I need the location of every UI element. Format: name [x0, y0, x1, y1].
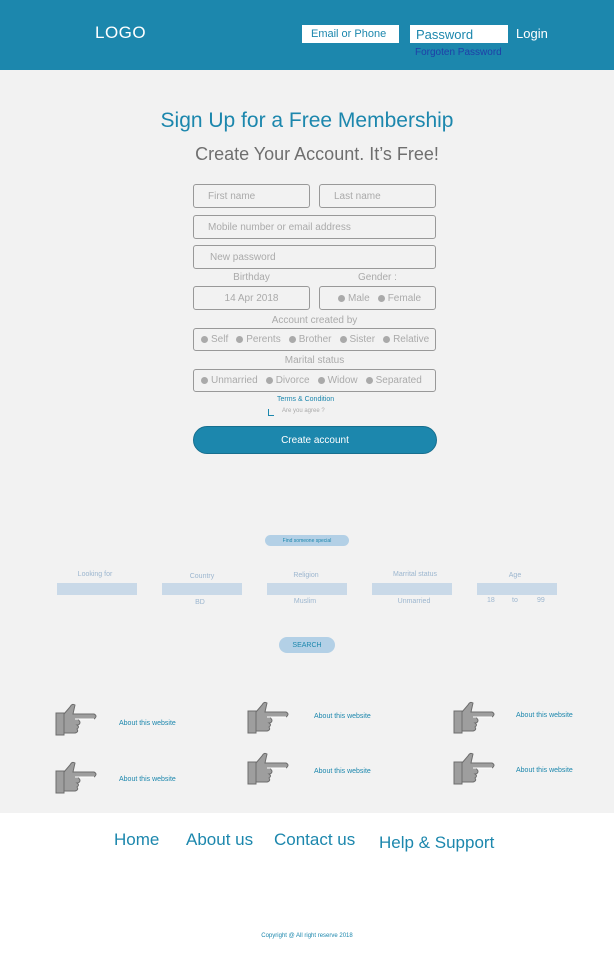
account-created-by-label: Account created by [271, 315, 358, 326]
footer-link-contact-us[interactable]: Contact us [274, 830, 355, 850]
signup-title: Sign Up for a Free Membership [160, 109, 454, 132]
age-from-value[interactable]: 18 [487, 597, 495, 604]
about-website-link-2[interactable]: About this website [314, 713, 371, 720]
radio-icon [365, 377, 373, 384]
pointing-hand-icon [55, 703, 97, 736]
forgot-password-link[interactable]: Forgoten Password [415, 47, 502, 58]
looking-for-select[interactable] [57, 583, 137, 595]
footer-link-help-support[interactable]: Help & Support [379, 833, 494, 853]
radio-icon [317, 377, 325, 384]
pointing-hand-icon [55, 761, 97, 794]
gender-option-male[interactable]: Male [338, 293, 370, 304]
about-website-link-5[interactable]: About this website [314, 768, 371, 775]
created-by-relative[interactable]: Relative [383, 334, 429, 345]
header-bar: LOGO Login Forgoten Password [0, 0, 614, 70]
pointing-hand-icon [453, 701, 495, 734]
marital-status-search-label: Marrital status [393, 571, 437, 578]
radio-icon [338, 294, 345, 302]
footer-link-about-us[interactable]: About us [186, 830, 253, 850]
radio-icon [201, 336, 208, 343]
age-to-label: to [512, 597, 518, 604]
logo[interactable]: LOGO [95, 23, 146, 43]
agree-checkbox[interactable] [268, 409, 274, 416]
email-or-phone-input[interactable] [301, 24, 400, 44]
marital-divorce[interactable]: Divorce [265, 375, 310, 386]
radio-icon [383, 336, 391, 343]
pointing-hand-icon [247, 752, 289, 785]
about-website-link-6[interactable]: About this website [516, 767, 573, 774]
religion-label: Religion [293, 572, 319, 579]
marital-separated[interactable]: Separated [365, 375, 422, 386]
login-button[interactable]: Login [516, 26, 548, 41]
terms-link[interactable]: Terms & Condition [277, 396, 334, 403]
country-label: Country [189, 573, 215, 580]
radio-icon [377, 294, 385, 302]
create-account-button[interactable]: Create account [193, 426, 437, 454]
new-password-input[interactable] [193, 245, 436, 269]
looking-for-label: Looking for [77, 571, 113, 578]
agree-label: Are you agree ? [282, 408, 325, 414]
mobile-or-email-input[interactable] [193, 215, 436, 239]
country-value: BD [195, 599, 205, 606]
marital-status-select[interactable] [372, 583, 452, 595]
marital-status-label: Marital status [284, 355, 345, 366]
marital-widow[interactable]: Widow [317, 375, 358, 386]
created-by-perents[interactable]: Perents [236, 334, 281, 345]
footer-link-home[interactable]: Home [114, 830, 159, 850]
copyright-text: Copyright @ All right reserve 2018 [261, 933, 353, 939]
gender-label: Gender : [358, 272, 397, 283]
first-name-input[interactable] [193, 184, 310, 208]
birthday-field[interactable]: 14 Apr 2018 [193, 286, 310, 310]
pointing-hand-icon [247, 701, 289, 734]
age-to-value[interactable]: 99 [537, 597, 545, 604]
birthday-value: 14 Apr 2018 [224, 292, 279, 304]
created-by-brother[interactable]: Brother [288, 334, 332, 345]
signup-subtitle: Create Your Account. It’s Free! [195, 144, 439, 164]
created-by-sister[interactable]: Sister [339, 334, 375, 345]
radio-icon [265, 377, 273, 384]
radio-icon [236, 336, 244, 343]
birthday-label: Birthday [233, 272, 270, 283]
find-someone-special-button[interactable]: Find someone special [265, 535, 349, 546]
about-website-link-3[interactable]: About this website [516, 712, 573, 719]
marital-unmarried[interactable]: Unmarried [201, 375, 258, 386]
marital-status-value: Unmarried [397, 598, 431, 605]
age-range-select[interactable] [477, 583, 557, 595]
religion-select[interactable] [267, 583, 347, 595]
about-website-link-4[interactable]: About this website [119, 776, 176, 783]
search-button[interactable]: SEARCH [279, 637, 335, 653]
last-name-input[interactable] [319, 184, 436, 208]
age-label: Age [508, 572, 522, 579]
created-by-self[interactable]: Self [201, 334, 228, 345]
radio-icon [339, 336, 347, 343]
country-select[interactable] [162, 583, 242, 595]
religion-value: Muslim [293, 598, 317, 605]
gender-option-female[interactable]: Female [377, 293, 421, 304]
about-website-link-1[interactable]: About this website [119, 720, 176, 727]
radio-icon [201, 377, 208, 384]
login-password-input[interactable] [409, 24, 509, 44]
pointing-hand-icon [453, 752, 495, 785]
gender-group: Male Female [319, 286, 436, 310]
radio-icon [288, 336, 296, 343]
account-created-by-group: Self Perents Brother Sister Relative [193, 328, 436, 351]
marital-status-group: Unmarried Divorce Widow Separated [193, 369, 436, 392]
